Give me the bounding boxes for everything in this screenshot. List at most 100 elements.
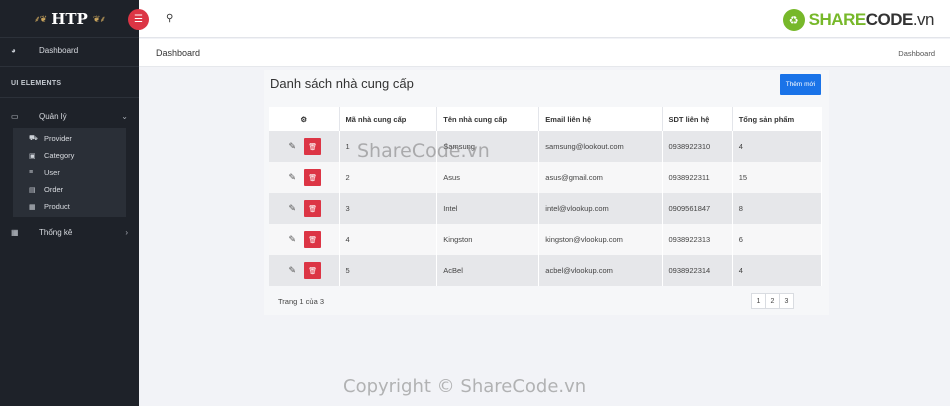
- cell-phone: 0909561847: [662, 193, 733, 224]
- sidebar-item-label: Quản lý: [39, 111, 67, 121]
- brand-logo[interactable]: ⸙❦ HTP ❦⸙: [0, 0, 139, 38]
- hamburger-icon: ☰: [134, 14, 143, 25]
- delete-button[interactable]: 🗑: [304, 169, 322, 186]
- page-button[interactable]: 1: [751, 293, 766, 309]
- cell-phone: 0938922311: [662, 162, 733, 193]
- cell-total: 4: [732, 255, 823, 286]
- column-header[interactable]: Tổng sản phẩm: [732, 107, 821, 131]
- divider: [0, 97, 139, 98]
- trash-icon: 🗑: [308, 236, 318, 244]
- cell-id: 5: [339, 255, 438, 286]
- watermark: ShareCode.vn: [357, 140, 490, 162]
- table-row: ✎ 🗑 1 Samsung samsung@lookout.com 0938922…: [269, 131, 823, 162]
- product-icon: ▦: [29, 203, 36, 211]
- submenu-label: Provider: [44, 134, 72, 143]
- sidebar-item-user[interactable]: ≡ User: [13, 164, 126, 181]
- table-row: ✎ 🗑 2 Asus asus@gmail.com 0938922311 15: [269, 162, 823, 193]
- chevron-right-icon: ›: [125, 227, 128, 237]
- trash-icon: 🗑: [308, 205, 318, 213]
- cell-phone: 0938922310: [662, 131, 733, 162]
- cell-name: Asus: [436, 162, 540, 193]
- cell-phone: 0938922313: [662, 224, 733, 255]
- trash-icon: 🗑: [308, 143, 318, 151]
- copyright-watermark: Copyright © ShareCode.vn: [343, 376, 587, 397]
- table-header: ⚙ Mã nhà cung cấp Tên nhà cung cấp Email…: [269, 107, 822, 131]
- sidebar-item-stats[interactable]: ▦ Thống kê ›: [0, 220, 139, 244]
- page-button[interactable]: 2: [765, 293, 780, 309]
- submenu-label: Order: [44, 185, 64, 194]
- pagination-info: Trang 1 của 3: [278, 297, 324, 306]
- page-button[interactable]: 3: [779, 293, 794, 309]
- ornament-left-icon: ⸙❦: [33, 14, 47, 24]
- sidebar-item-order[interactable]: ▤ Order: [13, 181, 126, 198]
- row-actions: ✎ 🗑: [269, 131, 340, 162]
- cell-phone: 0938922314: [662, 255, 733, 286]
- recycle-icon: ♻: [782, 9, 805, 31]
- menu-toggle-button[interactable]: ☰: [128, 9, 149, 30]
- row-actions: ✎ 🗑: [269, 224, 340, 255]
- logo-tld: .vn: [912, 10, 935, 29]
- list-title: Danh sách nhà cung cấp: [270, 76, 414, 91]
- sidebar-item-product[interactable]: ▦ Product: [13, 198, 126, 215]
- section-title: UI ELEMENTS: [11, 79, 62, 87]
- row-actions: ✎ 🗑: [269, 193, 340, 224]
- breadcrumb-link[interactable]: Dashboard: [898, 49, 935, 58]
- add-new-button[interactable]: Thêm mới: [780, 74, 821, 95]
- sidebar-item-provider[interactable]: ⛟ Provider: [13, 130, 126, 147]
- brand-name: HTP: [51, 9, 88, 28]
- sharecode-logo: ♻ SHARECODE.vn: [782, 9, 935, 31]
- delete-button[interactable]: 🗑: [304, 138, 322, 155]
- cell-name: Intel: [436, 193, 540, 224]
- delete-button[interactable]: 🗑: [304, 262, 322, 279]
- delete-button[interactable]: 🗑: [304, 231, 322, 248]
- cell-email: kingston@vlookup.com: [538, 224, 663, 255]
- laptop-icon: ▭: [11, 111, 19, 121]
- cell-total: 15: [732, 162, 823, 193]
- search-icon[interactable]: ⚲: [166, 13, 173, 24]
- logo-share: SHARE: [808, 10, 867, 29]
- cell-email: samsung@lookout.com: [538, 131, 663, 162]
- cell-total: 8: [732, 193, 823, 224]
- delete-button[interactable]: 🗑: [304, 200, 322, 217]
- page-title: Dashboard: [156, 48, 201, 58]
- column-header[interactable]: Email liên hệ: [538, 107, 663, 131]
- table-icon: ▦: [11, 227, 19, 237]
- pencil-icon[interactable]: ✎: [286, 203, 298, 214]
- trash-icon: 🗑: [308, 174, 318, 182]
- truck-icon: ⛟: [29, 135, 38, 142]
- breadcrumb: Dashboard Dashboard: [139, 39, 950, 67]
- sidebar: ⸙❦ HTP ❦⸙ ◕ Dashboard UI ELEMENTS ▭ Quản…: [0, 0, 139, 406]
- pencil-icon[interactable]: ✎: [286, 265, 298, 276]
- book-icon: ▣: [29, 152, 36, 160]
- pencil-icon[interactable]: ✎: [286, 234, 298, 245]
- cell-name: AcBel: [436, 255, 540, 286]
- sidebar-item-dashboard[interactable]: ◕ Dashboard: [0, 38, 139, 62]
- trash-icon: 🗑: [308, 267, 318, 275]
- sidebar-item-category[interactable]: ▣ Category: [13, 147, 126, 164]
- logo-code: CODE: [865, 10, 914, 29]
- submenu-label: Category: [44, 151, 75, 160]
- cell-total: 6: [732, 224, 823, 255]
- sidebar-item-label: Dashboard: [39, 45, 79, 55]
- cell-id: 4: [339, 224, 438, 255]
- cell-email: asus@gmail.com: [538, 162, 663, 193]
- provider-card: Danh sách nhà cung cấp Thêm mới ⚙ Mã nhà…: [264, 70, 829, 315]
- dashboard-icon: ◕: [11, 45, 16, 55]
- pencil-icon[interactable]: ✎: [286, 172, 298, 183]
- cell-total: 4: [732, 131, 823, 162]
- divider: [0, 66, 139, 67]
- column-header[interactable]: Mã nhà cung cấp: [339, 107, 438, 131]
- table-row: ✎ 🗑 4 Kingston kingston@vlookup.com 09389…: [269, 224, 823, 255]
- column-header[interactable]: Tên nhà cung cấp: [436, 107, 540, 131]
- chevron-down-icon: ⌄: [121, 111, 128, 121]
- table-row: ✎ 🗑 3 Intel intel@vlookup.com 0909561847 …: [269, 193, 823, 224]
- submenu: ⛟ Provider ▣ Category ≡ User ▤ Order ▦ P…: [13, 128, 126, 217]
- table-row: ✎ 🗑 5 AcBel acbel@vlookup.com 0938922314 …: [269, 255, 823, 286]
- order-icon: ▤: [29, 186, 36, 194]
- submenu-label: User: [44, 168, 60, 177]
- sidebar-item-manage[interactable]: ▭ Quản lý ⌄: [0, 104, 139, 128]
- pagination: 1 2 3: [751, 293, 794, 309]
- column-header[interactable]: SDT liên hệ: [662, 107, 733, 131]
- pencil-icon[interactable]: ✎: [286, 141, 298, 152]
- cell-id: 2: [339, 162, 438, 193]
